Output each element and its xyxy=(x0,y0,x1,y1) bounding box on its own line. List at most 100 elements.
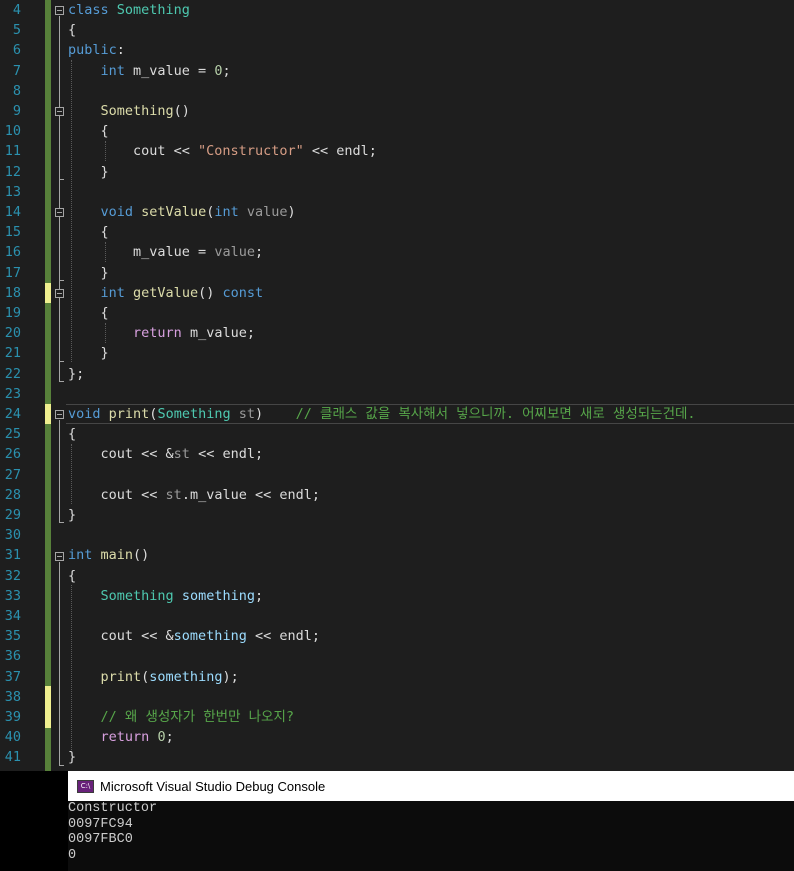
code-line[interactable] xyxy=(68,465,794,485)
unsaved-change-marker xyxy=(45,283,51,303)
code-line[interactable]: cout << &st << endl; xyxy=(68,444,794,464)
code-line[interactable]: m_value = value; xyxy=(68,242,794,262)
code-token: { xyxy=(68,567,77,584)
code-token: Something xyxy=(116,2,190,18)
line-number: 15 xyxy=(4,224,21,241)
line-number: 29 xyxy=(4,507,21,523)
code-line[interactable] xyxy=(68,606,794,626)
collapse-getvalue-icon[interactable] xyxy=(55,289,64,298)
unsaved-change-marker xyxy=(45,686,51,728)
code-token: ; xyxy=(254,587,264,604)
line-number-gutter: 4 5 6 7 8 9 10 11 12 13 14 15 16 17 18 19 20 21 22 23 24 25 26… xyxy=(0,0,45,771)
code-line[interactable]: }; xyxy=(68,364,794,384)
console-title-bar[interactable]: C:\ Microsoft Visual Studio Debug Consol… xyxy=(68,771,794,801)
line-number: 18 xyxy=(4,284,21,301)
code-token: value xyxy=(246,204,288,220)
code-editor[interactable]: 4 5 6 7 8 9 10 11 12 13 14 15 16 17 18 19 20 21 22 23 24 25 26… xyxy=(0,0,794,771)
code-line[interactable]: } xyxy=(68,263,794,283)
code-line[interactable]: } xyxy=(68,343,794,363)
code-line[interactable]: { xyxy=(68,303,794,323)
code-line[interactable]: int getValue() const xyxy=(68,283,794,303)
code-line[interactable]: } xyxy=(68,162,794,182)
line-number: 25 xyxy=(4,426,21,443)
code-line[interactable]: cout << &something << endl; xyxy=(68,626,794,646)
collapse-constructor-icon[interactable] xyxy=(55,107,64,116)
console-title: Microsoft Visual Studio Debug Console xyxy=(100,778,326,794)
code-line[interactable]: } xyxy=(68,505,794,525)
code-token: ) xyxy=(287,204,296,220)
code-line[interactable]: { xyxy=(68,121,794,141)
code-line[interactable]: public: xyxy=(68,40,794,60)
code-token: } xyxy=(68,264,109,281)
code-line[interactable]: print(something); xyxy=(68,667,794,687)
code-token: void xyxy=(68,406,101,422)
collapse-setvalue-icon[interactable] xyxy=(55,208,64,217)
code-token: .m_value << endl; xyxy=(181,486,320,503)
line-number: 41 xyxy=(4,749,21,766)
code-token: something xyxy=(173,628,247,645)
line-number: 12 xyxy=(4,163,21,180)
code-token: } xyxy=(68,163,109,180)
line-number: 27 xyxy=(4,466,21,483)
line-number: 24 xyxy=(4,406,21,422)
line-number: 16 xyxy=(4,244,21,261)
code-line[interactable] xyxy=(68,646,794,666)
code-token: void xyxy=(100,204,134,220)
code-line[interactable]: Something() xyxy=(68,101,794,121)
code-token: m_value = xyxy=(124,62,215,79)
code-line[interactable]: return m_value; xyxy=(68,323,794,343)
code-line[interactable]: int main() xyxy=(68,545,794,565)
debug-console-window[interactable]: C:\ Microsoft Visual Studio Debug Consol… xyxy=(68,771,794,871)
code-line[interactable] xyxy=(68,384,794,404)
code-token: Something xyxy=(100,587,174,604)
code-line[interactable]: cout << st.m_value << endl; xyxy=(68,485,794,505)
code-line[interactable]: class Something xyxy=(68,0,794,20)
code-line[interactable]: int m_value = 0; xyxy=(68,61,794,81)
code-token: st xyxy=(173,446,190,463)
collapse-print-icon[interactable] xyxy=(55,410,64,419)
code-token: Something xyxy=(100,103,174,119)
code-line[interactable]: void print(Something st) // 클래스 값을 복사해서 … xyxy=(68,404,794,424)
code-line[interactable]: // 왜 생성자가 한번만 나오지? xyxy=(68,707,794,727)
code-token: print xyxy=(100,668,142,685)
code-token: { xyxy=(68,305,109,321)
code-line[interactable] xyxy=(68,81,794,101)
collapse-main-icon[interactable] xyxy=(55,552,64,561)
code-token: int xyxy=(100,62,125,79)
code-line[interactable]: } xyxy=(68,747,794,767)
code-line[interactable]: Something something; xyxy=(68,586,794,606)
line-number: 5 xyxy=(12,22,21,39)
console-output-line: 0 xyxy=(68,847,77,863)
code-line[interactable] xyxy=(68,687,794,707)
line-number: 21 xyxy=(4,345,21,362)
code-token: ; xyxy=(222,62,231,79)
code-token: return xyxy=(133,325,182,342)
code-line[interactable]: return 0; xyxy=(68,727,794,747)
code-line[interactable]: { xyxy=(68,20,794,40)
code-line[interactable] xyxy=(68,525,794,545)
code-line[interactable]: { xyxy=(68,566,794,586)
outline-line xyxy=(59,16,60,381)
code-line[interactable]: { xyxy=(68,222,794,242)
code-token: cout << & xyxy=(68,628,174,645)
code-line[interactable]: void setValue(int value) xyxy=(68,202,794,222)
code-token: 0 xyxy=(157,729,166,746)
line-number: 36 xyxy=(4,648,21,665)
line-number: 19 xyxy=(4,305,21,321)
console-output: Constructor 0097FC94 0097FBC0 0 xyxy=(68,801,794,863)
code-line[interactable]: { xyxy=(68,424,794,444)
collapse-class-icon[interactable] xyxy=(55,6,64,15)
code-line[interactable]: cout << "Constructor" << endl; xyxy=(68,141,794,161)
outline-line xyxy=(59,562,60,765)
code-token: : xyxy=(116,42,125,59)
code-line[interactable] xyxy=(68,182,794,202)
console-output-line: Constructor xyxy=(68,801,158,816)
